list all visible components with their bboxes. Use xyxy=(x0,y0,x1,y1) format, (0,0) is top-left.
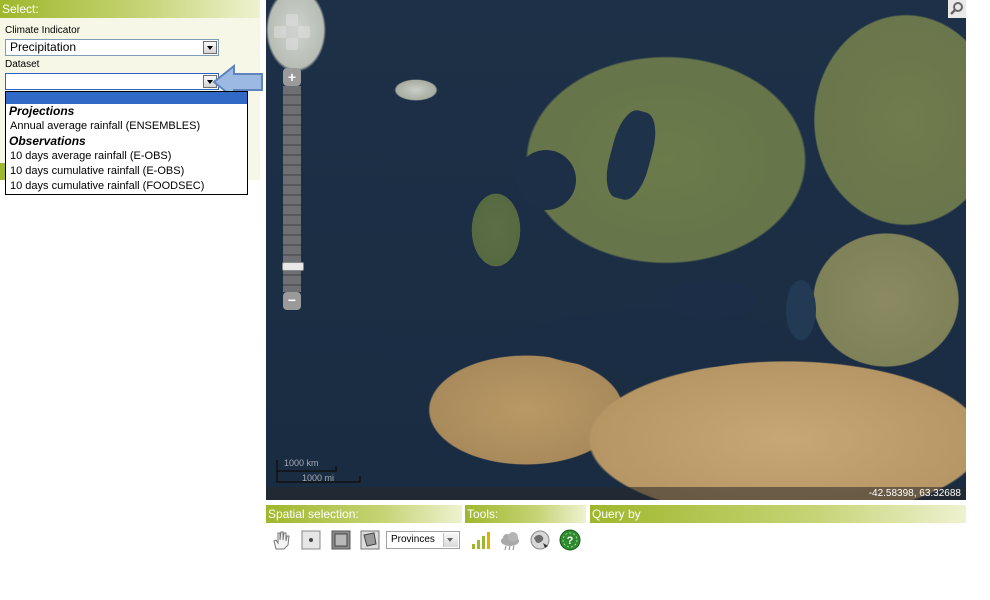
zoom-out-button[interactable]: − xyxy=(283,292,301,310)
svg-text:?: ? xyxy=(567,535,574,547)
climate-indicator-select[interactable]: Precipitation xyxy=(5,39,219,56)
chevron-down-icon[interactable] xyxy=(203,41,217,54)
mouse-coordinates: -42.58398, 63.32688 xyxy=(868,488,961,499)
chevron-down-icon[interactable] xyxy=(443,533,458,547)
magnify-icon xyxy=(950,2,963,15)
point-select-icon[interactable] xyxy=(300,529,322,551)
climate-indicator-label: Climate Indicator xyxy=(5,25,81,36)
region-level-value: Provinces xyxy=(391,534,435,545)
polygon-select-icon[interactable] xyxy=(359,529,381,551)
map-sea xyxy=(516,150,576,210)
bar-chart-icon[interactable] xyxy=(470,529,492,551)
map-sea xyxy=(786,280,816,340)
dropdown-option[interactable]: 10 days average rainfall (E-OBS) xyxy=(6,149,247,164)
spatial-selection-header: Spatial selection: xyxy=(266,505,462,523)
map-sea xyxy=(600,106,662,204)
scale-label-mi: 1000 mi xyxy=(302,473,335,483)
pan-control-icon[interactable] xyxy=(274,14,310,50)
dropdown-group-projections: Projections xyxy=(9,104,75,118)
dataset-label: Dataset xyxy=(5,59,40,70)
dataset-dropdown-list[interactable]: Projections Annual average rainfall (ENS… xyxy=(5,91,248,195)
map-sea xyxy=(526,310,786,370)
climate-indicator-value: Precipitation xyxy=(10,40,77,54)
coordinate-bar: -42.58398, 63.32688 xyxy=(266,487,966,500)
map-sea xyxy=(666,280,756,320)
magnify-button[interactable] xyxy=(948,0,966,18)
dataset-select[interactable] xyxy=(5,73,219,90)
tools-header: Tools: xyxy=(465,505,586,523)
zoom-slider-handle[interactable] xyxy=(282,262,304,271)
dropdown-option[interactable]: 10 days cumulative rainfall (E-OBS) xyxy=(6,164,247,179)
help-icon[interactable]: ? xyxy=(559,529,581,551)
query-by-header: Query by xyxy=(590,505,966,523)
cloud-icon[interactable] xyxy=(499,529,521,551)
dropdown-empty-option[interactable] xyxy=(6,92,247,104)
dropdown-option[interactable]: Annual average rainfall (ENSEMBLES) xyxy=(6,119,247,134)
satellite-map[interactable]: + − 1000 km 1000 mi xyxy=(266,0,966,500)
globe-icon[interactable] xyxy=(529,529,551,551)
panel-header: Select: xyxy=(0,0,260,18)
region-level-select[interactable]: Provinces xyxy=(386,531,460,549)
box-select-icon[interactable] xyxy=(330,529,352,551)
zoom-in-button[interactable]: + xyxy=(283,68,301,86)
dropdown-group-observations: Observations xyxy=(9,134,86,148)
scale-label-km: 1000 km xyxy=(284,458,319,468)
pan-hand-icon[interactable] xyxy=(270,529,292,551)
dropdown-option[interactable]: 10 days cumulative rainfall (FOODSEC) xyxy=(6,179,247,194)
